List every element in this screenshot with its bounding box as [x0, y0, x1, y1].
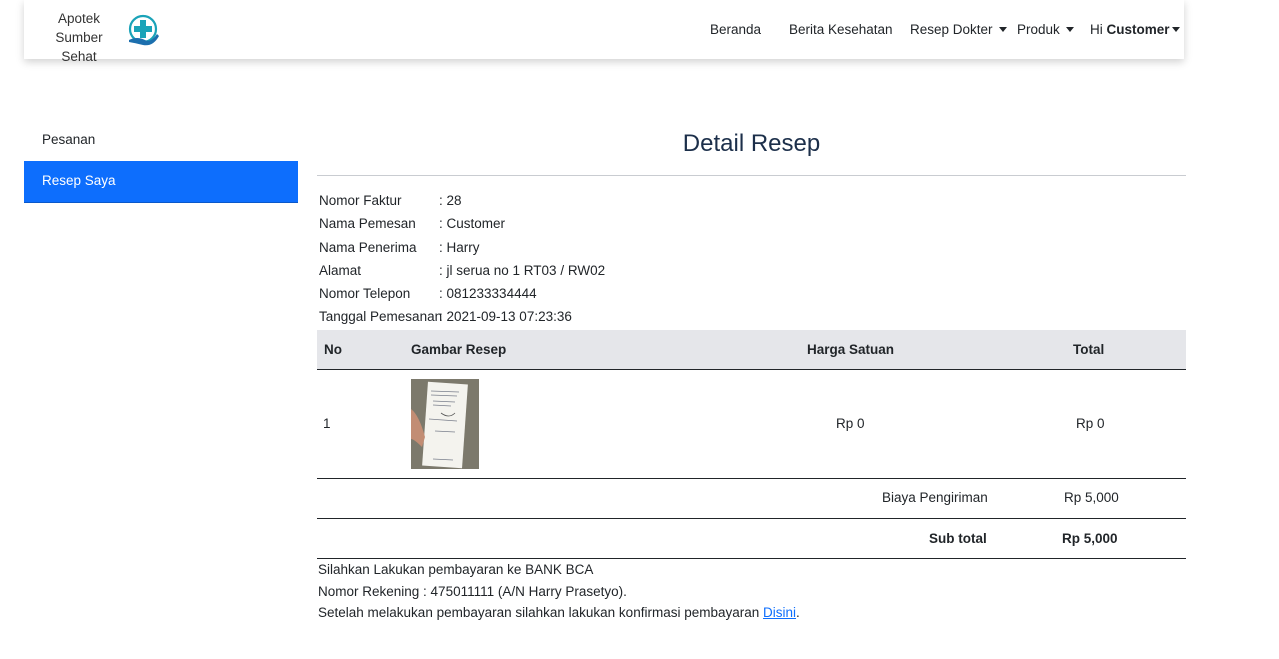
table-divider: [317, 558, 1186, 559]
nav-beranda[interactable]: Beranda: [710, 22, 761, 37]
subtotal-value: Rp 5,000: [1062, 531, 1118, 546]
account-number: Nomor Rekening : 475011111 (A/N Harry Pr…: [318, 584, 627, 599]
confirmation-prefix: Setelah melakukan pembayaran silahkan la…: [318, 605, 760, 620]
subtotal-label: Sub total: [929, 531, 987, 546]
brand-line-2: Sumber Sehat: [55, 30, 103, 64]
column-header-no: No: [324, 342, 342, 357]
table-header: No Gambar Resep Harga Satuan Total: [317, 330, 1186, 370]
info-value: : 2021-09-13 07:23:36: [439, 309, 572, 324]
main-nav: Beranda Berita Kesehatan Resep Dokter Pr…: [684, 0, 1184, 59]
confirmation-text: Setelah melakukan pembayaran silahkan la…: [318, 605, 800, 620]
nav-produk-label: Produk: [1017, 22, 1060, 37]
confirm-payment-link[interactable]: Disini: [763, 605, 796, 620]
nav-produk-dropdown[interactable]: Produk: [1017, 22, 1074, 37]
info-value: : 081233334444: [439, 286, 537, 301]
prescription-photo-icon: [411, 379, 479, 469]
chevron-down-icon: [998, 27, 1007, 32]
table-divider: [317, 518, 1186, 519]
column-header-total: Total: [1073, 342, 1105, 357]
column-header-harga-satuan: Harga Satuan: [807, 342, 895, 357]
medical-cross-hand-icon: [128, 14, 159, 46]
nav-resep-dokter-label: Resep Dokter: [910, 22, 993, 37]
table-divider: [317, 478, 1186, 479]
info-label: Alamat: [319, 263, 362, 278]
info-value: : jl serua no 1 RT03 / RW02: [439, 263, 606, 278]
chevron-down-icon: [1065, 27, 1074, 32]
info-label: Tanggal Pemesanan: [319, 309, 443, 324]
user-name: Customer: [1106, 22, 1170, 37]
row-total: Rp 0: [1076, 416, 1105, 431]
column-header-gambar-resep: Gambar Resep: [411, 342, 507, 357]
sidebar-item-resep-saya[interactable]: Resep Saya: [24, 161, 298, 203]
shipping-value: Rp 5,000: [1064, 490, 1119, 505]
info-label: Nomor Faktur: [319, 193, 402, 208]
page-title: Detail Resep: [682, 130, 821, 157]
info-label: Nomor Telepon: [319, 286, 411, 301]
info-label: Nama Penerima: [319, 240, 417, 255]
user-greeting: Hi: [1090, 22, 1103, 37]
payment-instruction: Silahkan Lakukan pembayaran ke BANK BCA: [318, 562, 594, 577]
user-menu-dropdown[interactable]: Hi Customer: [1090, 22, 1180, 37]
brand[interactable]: Apotek Sumber Sehat: [36, 9, 164, 64]
brand-line-1: Apotek: [57, 11, 101, 26]
sidebar-item-pesanan[interactable]: Pesanan: [24, 120, 298, 162]
nav-resep-dokter-dropdown[interactable]: Resep Dokter: [910, 22, 1007, 37]
confirmation-suffix: .: [796, 605, 800, 620]
shipping-label: Biaya Pengiriman: [882, 490, 988, 505]
info-value: : 28: [439, 193, 462, 208]
info-value: : Customer: [439, 216, 506, 231]
nav-berita-kesehatan[interactable]: Berita Kesehatan: [789, 22, 893, 37]
info-value: : Harry: [439, 240, 480, 255]
navbar: Apotek Sumber Sehat Beranda Berita Keseh…: [24, 0, 1184, 64]
title-divider: [317, 175, 1186, 176]
row-no: 1: [323, 416, 331, 431]
info-label: Nama Pemesan: [319, 216, 416, 231]
brand-name: Apotek Sumber Sehat: [36, 9, 122, 66]
chevron-down-icon: [1171, 27, 1180, 32]
row-harga-satuan: Rp 0: [836, 416, 865, 431]
prescription-image[interactable]: [411, 379, 479, 469]
